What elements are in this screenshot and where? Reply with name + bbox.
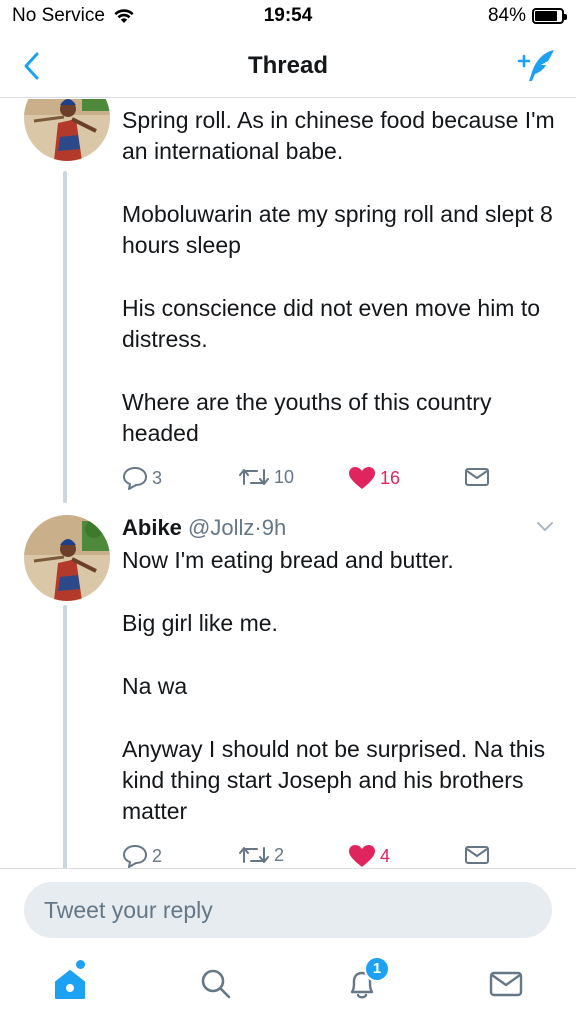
notification-badge: 1 [364, 956, 390, 982]
retweet-icon [239, 847, 269, 863]
author-name[interactable]: Abike [122, 515, 182, 540]
direct-message-button[interactable] [464, 466, 490, 488]
like-button[interactable]: 4 [348, 844, 390, 868]
reply-button[interactable]: 2 [122, 844, 162, 868]
direct-message-button[interactable] [464, 844, 490, 866]
tweet-paragraph: Na wa [122, 673, 188, 699]
tweet-paragraph: Where are the youths of this country hea… [122, 389, 492, 446]
reply-button[interactable]: 3 [122, 466, 162, 490]
separator-dot: · [254, 515, 262, 540]
reply-icon [123, 845, 147, 868]
messages-envelope-icon [489, 971, 523, 997]
chevron-down-icon[interactable] [536, 521, 554, 533]
reply-bar [0, 868, 576, 950]
like-count: 4 [380, 845, 391, 866]
navigation-bar: Thread [0, 34, 576, 98]
reply-count: 3 [152, 467, 163, 488]
search-icon [201, 969, 231, 999]
heart-icon [349, 845, 375, 867]
tweet-actions: 3 10 16 [122, 466, 502, 496]
battery-icon [532, 8, 567, 24]
compose-tweet-icon[interactable] [516, 48, 556, 84]
battery-fill [535, 11, 557, 21]
avatar[interactable] [24, 515, 110, 601]
envelope-icon [465, 846, 489, 864]
tweet-paragraph: Spring roll. As in chinese food because … [122, 107, 555, 164]
like-button[interactable]: 16 [348, 466, 400, 490]
tweet-text: Spring roll. As in chinese food because … [122, 105, 562, 449]
thread-connector-line [63, 605, 67, 868]
tab-bar: 1 [0, 950, 576, 1024]
avatar[interactable] [24, 99, 110, 161]
avatar-image [24, 515, 110, 601]
tab-notifications[interactable]: 1 [342, 956, 390, 1004]
retweet-count: 2 [274, 844, 285, 865]
battery-percent: 84% [487, 5, 526, 26]
page-title: Thread [247, 52, 328, 79]
retweet-button[interactable]: 10 [238, 466, 294, 488]
home-icon [55, 970, 85, 999]
tweet-paragraph: Moboluwarin ate my spring roll and slept… [122, 201, 553, 258]
tab-home[interactable] [50, 960, 90, 1004]
avatar-image [24, 99, 110, 161]
heart-icon [349, 467, 375, 489]
retweet-icon [239, 469, 269, 485]
retweet-count: 10 [274, 466, 295, 487]
reply-icon [123, 467, 147, 490]
thread-connector-line [63, 171, 67, 503]
new-content-dot [76, 960, 85, 969]
tab-search[interactable] [196, 964, 236, 1004]
tweet-paragraph: His conscience did not even move him to … [122, 295, 541, 352]
tab-messages[interactable] [486, 964, 526, 1004]
tweet-paragraph: Anyway I should not be surprised. Na thi… [122, 736, 546, 824]
thread-timeline[interactable]: Spring roll. As in chinese food because … [0, 99, 576, 868]
reply-count: 2 [152, 845, 163, 866]
reply-input[interactable] [24, 882, 552, 938]
like-count: 16 [380, 467, 401, 488]
tweet-time: 9h [261, 515, 287, 540]
retweet-button[interactable]: 2 [238, 844, 284, 866]
envelope-icon [465, 468, 489, 486]
tweet-text: Now I'm eating bread and butter. Big gir… [122, 545, 562, 827]
status-bar: No Service 19:54 84% [0, 0, 576, 34]
tweet-actions: 2 2 4 [122, 844, 502, 868]
author-handle[interactable]: @Jollz [188, 515, 254, 540]
tweet-paragraph: Big girl like me. [122, 610, 278, 636]
tweet-paragraph: Now I'm eating bread and butter. [122, 547, 454, 573]
tweet-header: Abike @Jollz·9h [122, 514, 286, 542]
